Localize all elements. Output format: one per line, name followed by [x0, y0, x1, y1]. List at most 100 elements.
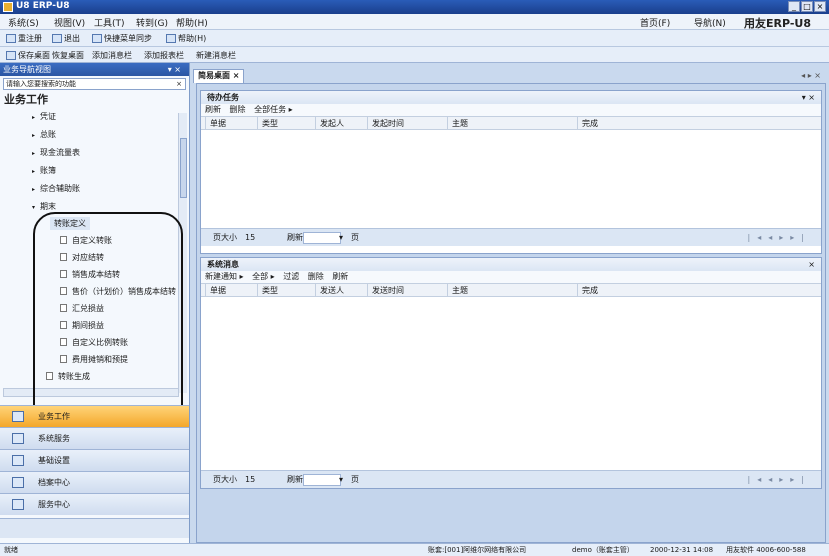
close-icon[interactable]: × [814, 1, 826, 12]
minimize-icon[interactable]: _ [788, 1, 800, 12]
page-number-input[interactable] [303, 232, 341, 244]
status-support: 用友软件 4006-600-588 [726, 546, 806, 554]
refresh-button[interactable]: 刷新 [287, 229, 303, 247]
tree-leaf[interactable]: 期间损益 [60, 319, 104, 332]
desktop-content: 待办任务 ▾ × 刷新 删除 全部任务 ▸ 单据 类型 发起人 发起时间 主题 完… [196, 83, 826, 543]
add-report-bar-button[interactable]: 添加报表栏 [144, 49, 184, 62]
add-message-bar-button[interactable]: 添加消息栏 [92, 49, 132, 62]
tree-item-voucher[interactable]: ▸ 凭证 [32, 110, 56, 123]
page-size-label: 页大小 [213, 475, 237, 484]
sidebar-footer [0, 518, 189, 538]
tree-horizontal-scrollbar[interactable] [3, 388, 179, 397]
tab-simple-desktop[interactable]: 简易桌面 × [193, 69, 244, 83]
panel-menu-icon[interactable]: ▾ × [802, 91, 815, 104]
page-dropdown-icon[interactable]: ▾ [339, 229, 343, 247]
tree-leaf[interactable]: 自定义比例转账 [60, 336, 128, 349]
menu-tools[interactable]: 工具(T) [94, 16, 125, 29]
exit-button[interactable]: 退出 [52, 32, 80, 45]
nav-basic-settings[interactable]: 基础设置 [0, 449, 189, 471]
page-size-value[interactable]: 15 [245, 229, 255, 247]
settings-icon [12, 455, 24, 466]
refresh-button[interactable]: 刷新 [287, 471, 303, 489]
page-size-value[interactable]: 15 [245, 471, 255, 489]
exit-icon [52, 34, 62, 43]
page-number-input[interactable] [303, 474, 341, 486]
column-header[interactable]: 发送人 [315, 284, 367, 297]
document-icon [60, 355, 67, 363]
scroll-thumb[interactable] [180, 138, 187, 198]
tree-item-aux[interactable]: ▸ 综合辅助账 [32, 182, 80, 195]
nav-link[interactable]: 导航(N) [694, 16, 726, 29]
tree-leaf[interactable]: 销售成本结转 [60, 268, 120, 281]
title-bar: U8 ERP-U8 _ □ × [0, 0, 829, 14]
tree-item-ledger[interactable]: ▸ 总账 [32, 128, 56, 141]
delete-link[interactable]: 删除 [230, 105, 246, 114]
new-notice-dropdown[interactable]: 新建通知 ▸ [205, 272, 244, 281]
save-desktop-button[interactable]: 保存桌面 [6, 49, 50, 62]
page-label: 页 [351, 475, 359, 484]
tree-item-cashflow[interactable]: ▸ 现金流量表 [32, 146, 80, 159]
messages-panel-title: 系统消息 × [201, 258, 821, 271]
service-icon [12, 499, 24, 510]
help-icon [166, 34, 176, 43]
column-header[interactable]: 主题 [447, 284, 577, 297]
tab-nav-icon[interactable]: ◂ ▸ × [801, 71, 821, 80]
page-dropdown-icon[interactable]: ▾ [339, 471, 343, 489]
pager-nav-icon[interactable]: |◂◂▸▸| [748, 229, 811, 247]
tasks-grid-header: 单据 类型 发起人 发起时间 主题 完成 [201, 116, 821, 130]
tree-leaf[interactable]: 对应结转 [60, 251, 104, 264]
new-message-bar-button[interactable]: 新建消息栏 [196, 49, 236, 62]
menu-view[interactable]: 视图(V) [54, 16, 85, 29]
pin-close-icon[interactable]: ▾ × [168, 63, 181, 76]
pager-nav-icon[interactable]: |◂◂▸▸| [748, 471, 811, 489]
column-header[interactable]: 主题 [447, 117, 577, 130]
nav-business-work[interactable]: 业务工作 [0, 405, 189, 427]
column-header[interactable]: 完成 [577, 284, 617, 297]
column-header[interactable]: 发送时间 [367, 284, 447, 297]
document-icon [60, 287, 67, 295]
column-header[interactable]: 完成 [577, 117, 617, 130]
column-header[interactable]: 发起人 [315, 117, 367, 130]
nav-archive-center[interactable]: 档案中心 [0, 471, 189, 493]
tree-leaf[interactable]: 自定义转账 [60, 234, 112, 247]
tree-item-transfer-gen[interactable]: 转账生成 [46, 370, 90, 383]
maximize-icon[interactable]: □ [801, 1, 813, 12]
tab-close-icon[interactable]: × [233, 71, 240, 80]
relogin-button[interactable]: 重注册 [6, 32, 42, 45]
column-header[interactable]: 发起时间 [367, 117, 447, 130]
search-clear-icon[interactable]: × [176, 79, 182, 89]
tree-item-books[interactable]: ▸ 账簿 [32, 164, 56, 177]
column-header[interactable]: 类型 [257, 117, 315, 130]
home-link[interactable]: 首页(F) [640, 16, 670, 29]
panel-close-icon[interactable]: × [808, 258, 815, 271]
status-account: 账套:[001]阿维尔网络有限公司 [428, 546, 527, 554]
nav-service-center[interactable]: 服务中心 [0, 493, 189, 515]
filter-link[interactable]: 过滤 [283, 272, 299, 281]
help-button[interactable]: 帮助(H) [166, 32, 206, 45]
page-size-label: 页大小 [213, 233, 237, 242]
brand-logo: 用友ERP-U8 [743, 17, 811, 30]
expand-arrow-icon: ▸ [32, 186, 36, 193]
menu-help[interactable]: 帮助(H) [176, 16, 208, 29]
menu-goto[interactable]: 转到(G) [136, 16, 168, 29]
sync-menu-button[interactable]: 快捷菜单同步 [92, 32, 152, 45]
tree-leaf[interactable]: 汇兑损益 [60, 302, 104, 315]
column-header[interactable]: 单据 [205, 117, 257, 130]
restore-desktop-button[interactable]: 恢复桌面 [52, 49, 84, 62]
tree-item-period-end[interactable]: ▾ 期末 [32, 200, 56, 213]
function-search-input[interactable]: 请输入您要搜索的功能 × [3, 78, 186, 90]
tree-leaf[interactable]: 费用摊销和预提 [60, 353, 128, 366]
tree-item-transfer-def[interactable]: 转账定义 [50, 217, 90, 230]
tree-vertical-scrollbar[interactable] [178, 113, 187, 393]
nav-system-service[interactable]: 系统服务 [0, 427, 189, 449]
refresh-link[interactable]: 刷新 [332, 272, 348, 281]
refresh-link[interactable]: 刷新 [205, 105, 221, 114]
all-dropdown[interactable]: 全部 ▸ [252, 272, 275, 281]
all-tasks-dropdown[interactable]: 全部任务 ▸ [254, 105, 293, 114]
column-header[interactable]: 类型 [257, 284, 315, 297]
tree-leaf[interactable]: 售价（计划价）销售成本结转 [60, 285, 176, 298]
menu-system[interactable]: 系统(S) [8, 16, 39, 29]
delete-link[interactable]: 删除 [308, 272, 324, 281]
column-header[interactable]: 单据 [205, 284, 257, 297]
document-icon [60, 253, 67, 261]
